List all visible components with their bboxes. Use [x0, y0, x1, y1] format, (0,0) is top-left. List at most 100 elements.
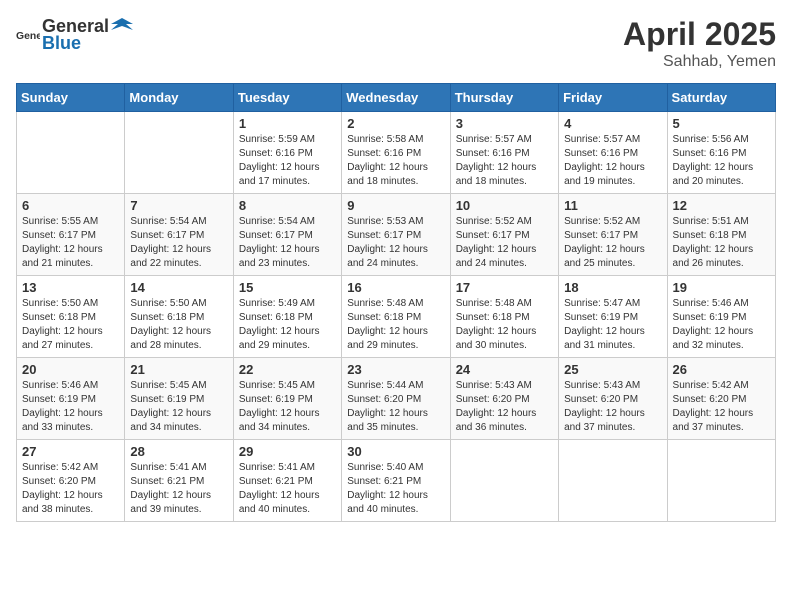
table-row: 26Sunrise: 5:42 AMSunset: 6:20 PMDayligh…: [667, 358, 775, 440]
logo: General General Blue: [16, 16, 133, 54]
day-info: Sunrise: 5:54 AMSunset: 6:17 PMDaylight:…: [239, 215, 336, 271]
day-info: Sunrise: 5:44 AMSunset: 6:20 PMDaylight:…: [347, 379, 444, 435]
table-row: 4 Sunrise: 5:57 AMSunset: 6:16 PMDaylight…: [559, 112, 667, 194]
day-info: Sunrise: 5:57 AMSunset: 6:16 PMDaylight:…: [456, 133, 553, 189]
table-row: 16 Sunrise: 5:48 AMSunset: 6:18 PMDayligh…: [342, 276, 450, 358]
day-number: 10: [456, 198, 553, 213]
day-info: Sunrise: 5:40 AMSunset: 6:21 PMDaylight:…: [347, 461, 444, 517]
svg-text:General: General: [16, 31, 40, 42]
day-info: Sunrise: 5:46 AMSunset: 6:19 PMDaylight:…: [22, 379, 119, 435]
day-number: 4: [564, 116, 661, 131]
week-row-5: 27Sunrise: 5:42 AMSunset: 6:20 PMDayligh…: [17, 440, 776, 522]
day-info: Sunrise: 5:41 AMSunset: 6:21 PMDaylight:…: [239, 461, 336, 517]
day-number: 22: [239, 362, 336, 377]
day-info: Sunrise: 5:52 AMSunset: 6:17 PMDaylight:…: [456, 215, 553, 271]
table-row: [450, 440, 558, 522]
table-row: 20 Sunrise: 5:46 AMSunset: 6:19 PMDayligh…: [17, 358, 125, 440]
table-row: [125, 112, 233, 194]
day-info: Sunrise: 5:55 AMSunset: 6:17 PMDaylight:…: [22, 215, 119, 271]
day-number: 2: [347, 116, 444, 131]
day-info: Sunrise: 5:50 AMSunset: 6:18 PMDaylight:…: [22, 297, 119, 353]
col-thursday: Thursday: [450, 84, 558, 112]
day-info: Sunrise: 5:43 AMSunset: 6:20 PMDaylight:…: [456, 379, 553, 435]
table-row: 22 Sunrise: 5:45 AMSunset: 6:19 PMDayligh…: [233, 358, 341, 440]
day-info: Sunrise: 5:56 AMSunset: 6:16 PMDaylight:…: [673, 133, 770, 189]
day-info: Sunrise: 5:41 AMSunset: 6:21 PMDaylight:…: [130, 461, 227, 517]
day-number: 26: [673, 362, 770, 377]
day-number: 9: [347, 198, 444, 213]
table-row: [667, 440, 775, 522]
day-number: 19: [673, 280, 770, 295]
day-number: 13: [22, 280, 119, 295]
day-number: 30: [347, 444, 444, 459]
table-row: 25 Sunrise: 5:43 AMSunset: 6:20 PMDayligh…: [559, 358, 667, 440]
day-info: Sunrise: 5:53 AMSunset: 6:17 PMDaylight:…: [347, 215, 444, 271]
day-number: 16: [347, 280, 444, 295]
table-row: 23 Sunrise: 5:44 AMSunset: 6:20 PMDayligh…: [342, 358, 450, 440]
day-number: 3: [456, 116, 553, 131]
day-number: 8: [239, 198, 336, 213]
day-info: Sunrise: 5:58 AMSunset: 6:16 PMDaylight:…: [347, 133, 444, 189]
day-info: Sunrise: 5:46 AMSunset: 6:19 PMDaylight:…: [673, 297, 770, 353]
day-number: 14: [130, 280, 227, 295]
table-row: 13 Sunrise: 5:50 AMSunset: 6:18 PMDayligh…: [17, 276, 125, 358]
day-info: Sunrise: 5:48 AMSunset: 6:18 PMDaylight:…: [347, 297, 444, 353]
day-number: 6: [22, 198, 119, 213]
day-number: 28: [130, 444, 227, 459]
table-row: 30 Sunrise: 5:40 AMSunset: 6:21 PMDayligh…: [342, 440, 450, 522]
day-info: Sunrise: 5:47 AMSunset: 6:19 PMDaylight:…: [564, 297, 661, 353]
day-number: 12: [673, 198, 770, 213]
table-row: 1Sunrise: 5:59 AMSunset: 6:16 PMDaylight…: [233, 112, 341, 194]
day-number: 29: [239, 444, 336, 459]
day-number: 24: [456, 362, 553, 377]
calendar-title: April 2025: [623, 16, 776, 53]
table-row: 28 Sunrise: 5:41 AMSunset: 6:21 PMDayligh…: [125, 440, 233, 522]
table-row: 17Sunrise: 5:48 AMSunset: 6:18 PMDayligh…: [450, 276, 558, 358]
day-number: 23: [347, 362, 444, 377]
day-number: 18: [564, 280, 661, 295]
week-row-3: 13 Sunrise: 5:50 AMSunset: 6:18 PMDayligh…: [17, 276, 776, 358]
table-row: 19 Sunrise: 5:46 AMSunset: 6:19 PMDayligh…: [667, 276, 775, 358]
table-row: 15 Sunrise: 5:49 AMSunset: 6:18 PMDayligh…: [233, 276, 341, 358]
day-number: 20: [22, 362, 119, 377]
page-header: General General Blue April 2025 Sahhab, …: [16, 16, 776, 71]
day-info: Sunrise: 5:49 AMSunset: 6:18 PMDaylight:…: [239, 297, 336, 353]
calendar-header-row: Sunday Monday Tuesday Wednesday Thursday…: [17, 84, 776, 112]
table-row: 12 Sunrise: 5:51 AMSunset: 6:18 PMDayligh…: [667, 194, 775, 276]
week-row-2: 6 Sunrise: 5:55 AMSunset: 6:17 PMDaylight…: [17, 194, 776, 276]
day-info: Sunrise: 5:51 AMSunset: 6:18 PMDaylight:…: [673, 215, 770, 271]
day-number: 25: [564, 362, 661, 377]
day-number: 21: [130, 362, 227, 377]
table-row: 6 Sunrise: 5:55 AMSunset: 6:17 PMDaylight…: [17, 194, 125, 276]
table-row: 9 Sunrise: 5:53 AMSunset: 6:17 PMDaylight…: [342, 194, 450, 276]
day-number: 15: [239, 280, 336, 295]
logo-blue: Blue: [42, 34, 133, 54]
table-row: 8 Sunrise: 5:54 AMSunset: 6:17 PMDaylight…: [233, 194, 341, 276]
table-row: 7Sunrise: 5:54 AMSunset: 6:17 PMDaylight…: [125, 194, 233, 276]
table-row: 10 Sunrise: 5:52 AMSunset: 6:17 PMDayligh…: [450, 194, 558, 276]
day-info: Sunrise: 5:52 AMSunset: 6:17 PMDaylight:…: [564, 215, 661, 271]
day-info: Sunrise: 5:57 AMSunset: 6:16 PMDaylight:…: [564, 133, 661, 189]
table-row: 27Sunrise: 5:42 AMSunset: 6:20 PMDayligh…: [17, 440, 125, 522]
col-wednesday: Wednesday: [342, 84, 450, 112]
logo-icon: General: [16, 23, 40, 47]
day-info: Sunrise: 5:45 AMSunset: 6:19 PMDaylight:…: [239, 379, 336, 435]
day-number: 11: [564, 198, 661, 213]
col-monday: Monday: [125, 84, 233, 112]
table-row: 2 Sunrise: 5:58 AMSunset: 6:16 PMDaylight…: [342, 112, 450, 194]
table-row: 3 Sunrise: 5:57 AMSunset: 6:16 PMDaylight…: [450, 112, 558, 194]
col-sunday: Sunday: [17, 84, 125, 112]
table-row: 29 Sunrise: 5:41 AMSunset: 6:21 PMDayligh…: [233, 440, 341, 522]
day-number: 5: [673, 116, 770, 131]
title-block: April 2025 Sahhab, Yemen: [623, 16, 776, 71]
day-number: 7: [130, 198, 227, 213]
table-row: [17, 112, 125, 194]
table-row: 18 Sunrise: 5:47 AMSunset: 6:19 PMDayligh…: [559, 276, 667, 358]
day-info: Sunrise: 5:59 AMSunset: 6:16 PMDaylight:…: [239, 133, 336, 189]
day-info: Sunrise: 5:42 AMSunset: 6:20 PMDaylight:…: [22, 461, 119, 517]
day-info: Sunrise: 5:50 AMSunset: 6:18 PMDaylight:…: [130, 297, 227, 353]
col-tuesday: Tuesday: [233, 84, 341, 112]
day-info: Sunrise: 5:43 AMSunset: 6:20 PMDaylight:…: [564, 379, 661, 435]
table-row: 11 Sunrise: 5:52 AMSunset: 6:17 PMDayligh…: [559, 194, 667, 276]
calendar-location: Sahhab, Yemen: [623, 53, 776, 71]
